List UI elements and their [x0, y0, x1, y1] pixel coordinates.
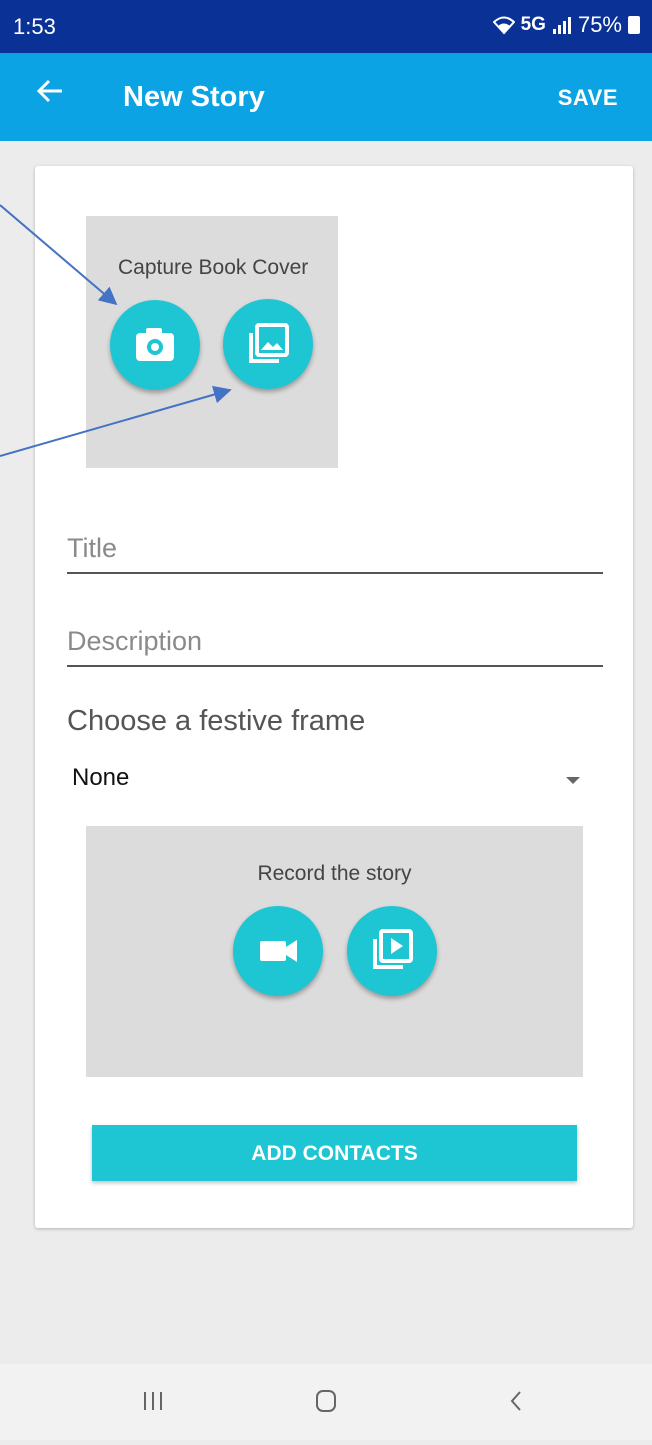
festive-frame-dropdown[interactable]: None	[72, 764, 584, 804]
back-button[interactable]	[494, 1364, 538, 1440]
festive-frame-label: Choose a festive frame	[67, 705, 366, 737]
title-input[interactable]	[67, 533, 603, 572]
frame-selected-value: None	[72, 764, 130, 791]
status-bar: 1:53 5G 75%	[0, 0, 652, 53]
dropdown-arrow-icon	[566, 777, 580, 784]
home-button[interactable]	[304, 1364, 348, 1440]
add-contacts-button[interactable]: ADD CONTACTS	[92, 1125, 577, 1181]
capture-book-cover-label: Capture Book Cover	[118, 256, 309, 279]
back-chevron-icon	[510, 1391, 521, 1411]
battery-icon	[628, 16, 640, 34]
network-type: 5G	[520, 14, 546, 35]
record-video-button[interactable]	[233, 906, 323, 996]
photo-library-icon	[249, 323, 289, 363]
save-button[interactable]: SAVE	[558, 85, 618, 111]
recents-icon	[144, 1392, 162, 1410]
battery-percent: 75%	[577, 12, 622, 37]
signal-icon	[552, 17, 571, 34]
pick-from-gallery-button[interactable]	[223, 299, 313, 389]
wifi-icon	[492, 16, 515, 35]
video-library-icon	[373, 929, 413, 969]
app-bar: New Story SAVE	[0, 53, 652, 141]
description-field	[67, 626, 603, 667]
title-field	[67, 533, 603, 574]
camera-icon	[136, 328, 174, 361]
record-story-label: Record the story	[257, 862, 412, 885]
home-icon	[316, 1390, 336, 1412]
system-nav-bar	[0, 1364, 652, 1440]
capture-photo-button[interactable]	[110, 300, 200, 390]
videocam-icon	[260, 940, 297, 962]
page-title: New Story	[123, 81, 265, 113]
recents-button[interactable]	[132, 1364, 176, 1440]
description-input[interactable]	[67, 626, 603, 665]
back-arrow-icon[interactable]	[36, 75, 64, 114]
status-icons: 5G 75%	[492, 12, 640, 38]
pick-video-button[interactable]	[347, 906, 437, 996]
status-time: 1:53	[13, 14, 56, 39]
